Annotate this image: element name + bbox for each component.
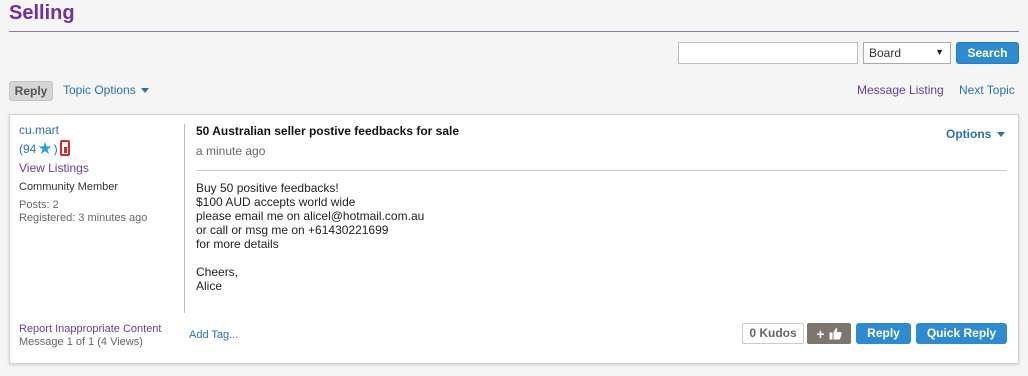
report-content-link[interactable]: Report Inappropriate Content [19, 323, 161, 335]
reply-button-top[interactable]: Reply [9, 81, 53, 101]
search-input[interactable] [678, 42, 858, 64]
give-kudo-button[interactable]: + [807, 323, 851, 344]
post-options-menu[interactable]: Options [946, 127, 1006, 141]
post-body-line: Alice [196, 279, 223, 293]
post-body-line: Cheers, [196, 265, 239, 279]
topic-options-label: Topic Options [63, 83, 136, 97]
page-title: Selling [9, 2, 75, 24]
post-body-divider [196, 170, 1007, 171]
post-body-line: please email me on alicel@hotmail.com.au [196, 209, 425, 223]
topic-options-menu[interactable]: Topic Options [63, 83, 149, 97]
next-topic-link[interactable]: Next Topic [959, 83, 1015, 97]
post-body-line: Buy 50 positive feedbacks! [196, 181, 339, 195]
quick-reply-button[interactable]: Quick Reply [916, 323, 1007, 344]
post-body-line: for more details [196, 237, 279, 251]
star-icon: ★ [37, 139, 53, 158]
reply-button[interactable]: Reply [856, 323, 911, 344]
post-time: a minute ago [196, 144, 266, 158]
chevron-down-icon [140, 88, 149, 94]
search-scope-value: Board [869, 46, 902, 60]
feedback-icon[interactable] [59, 140, 70, 156]
title-divider [9, 31, 1019, 32]
post-body: Buy 50 positive feedbacks! $100 AUD acce… [196, 181, 424, 293]
author-posts: Posts: 2 [19, 199, 59, 211]
chevron-down-icon [997, 132, 1006, 138]
search-scope-select[interactable]: Board ▼ [863, 42, 951, 64]
author-registered: Registered: 3 minutes ago [19, 212, 148, 224]
rank-close: ) [53, 142, 58, 156]
post-body-line [196, 251, 424, 265]
post-body-line: or call or msg me on +61430221699 [196, 223, 389, 237]
search-button[interactable]: Search [956, 42, 1019, 64]
chevron-down-icon: ▼ [935, 47, 944, 57]
kudo-plus: + [816, 325, 825, 342]
thumbs-up-icon [829, 328, 842, 340]
rank-open: (94 [19, 142, 37, 156]
author-name-link[interactable]: cu.mart [19, 123, 59, 137]
message-listing-link[interactable]: Message Listing [857, 83, 944, 97]
post-subject: 50 Australian seller postive feedbacks f… [196, 124, 460, 138]
column-divider [184, 124, 185, 313]
message-count: Message 1 of 1 (4 Views) [19, 336, 143, 348]
post-body-line: $100 AUD accepts world wide [196, 195, 356, 209]
view-listings-link[interactable]: View Listings [19, 161, 89, 175]
author-rank: (94 ★) [19, 139, 70, 158]
member-type: Community Member [19, 181, 119, 193]
kudos-count[interactable]: 0 Kudos [742, 323, 804, 344]
add-tag-link[interactable]: Add Tag... [189, 329, 238, 341]
post-options-label: Options [946, 127, 992, 141]
